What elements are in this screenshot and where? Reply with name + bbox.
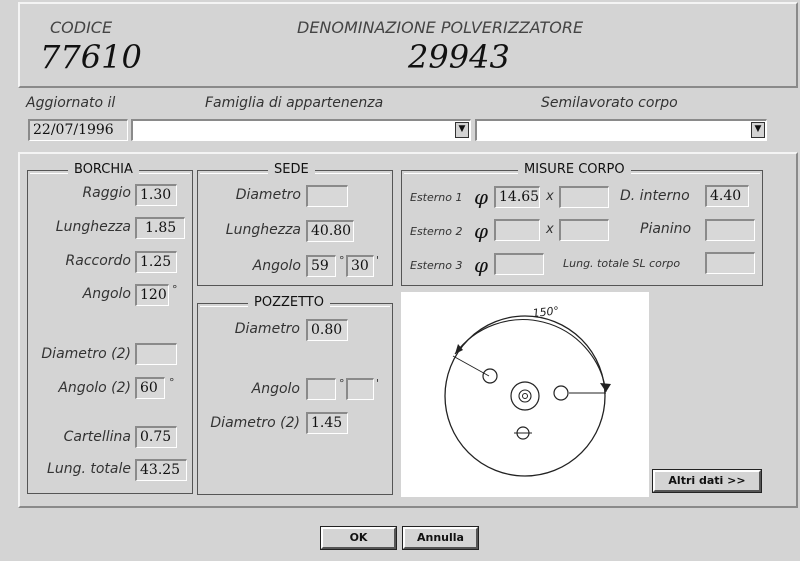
- misure-esterno2-field[interactable]: [494, 219, 540, 241]
- semilavorato-dropdown-icon[interactable]: ▼: [751, 122, 765, 138]
- borchia-title: BORCHIA: [68, 162, 139, 177]
- pozzetto-diametro-label: Diametro: [234, 321, 300, 337]
- semilavorato-select[interactable]: ▼: [475, 119, 767, 141]
- pozzetto-angolo-label: Angolo: [251, 381, 300, 397]
- esterno1-diameter-icon: φ: [474, 185, 489, 209]
- pozzetto-diametro2-label: Diametro (2): [210, 415, 300, 431]
- misure-title: MISURE CORPO: [518, 162, 631, 177]
- technical-drawing: 150°: [401, 292, 649, 497]
- codice-label: CODICE: [50, 18, 113, 37]
- pozzetto-angolo-min-unit: ': [376, 377, 380, 390]
- aggiornato-field[interactable]: 22/07/1996: [28, 119, 128, 141]
- aggiornato-label: Aggiornato il: [26, 95, 116, 111]
- misure-esterno2-x-field[interactable]: [559, 219, 609, 241]
- annulla-button[interactable]: Annulla: [402, 526, 479, 550]
- misure-pianino-field[interactable]: [705, 219, 755, 241]
- borchia-angolo2-label: Angolo (2): [58, 380, 131, 396]
- misure-esterno3-label: Esterno 3: [410, 259, 463, 272]
- misure-d-interno-label: D. interno: [620, 188, 690, 204]
- esterno2-x-label: x: [546, 222, 554, 237]
- borchia-diametro2-field[interactable]: [135, 343, 177, 365]
- borchia-cartellina-field[interactable]: 0.75: [135, 426, 177, 448]
- borchia-lung-totale-label: Lung. totale: [47, 461, 131, 477]
- borchia-angolo-label: Angolo: [82, 286, 131, 302]
- pozzetto-diametro-field[interactable]: 0.80: [306, 319, 348, 341]
- borchia-lunghezza-field[interactable]: 1.85: [135, 217, 185, 239]
- borchia-angolo2-field[interactable]: 60: [135, 377, 165, 399]
- sede-angolo-min-unit: ': [376, 254, 380, 267]
- sede-title: SEDE: [268, 162, 315, 177]
- sede-lunghezza-label: Lunghezza: [225, 222, 301, 238]
- famiglia-label: Famiglia di appartenenza: [205, 95, 384, 111]
- denominazione-label: DENOMINAZIONE POLVERIZZATORE: [297, 18, 584, 37]
- esterno3-diameter-icon: φ: [474, 253, 489, 277]
- sede-lunghezza-field[interactable]: 40.80: [306, 220, 354, 242]
- ok-button[interactable]: OK: [320, 526, 397, 550]
- drawing-angle-label: 150°: [532, 304, 560, 320]
- misure-pianino-label: Pianino: [640, 221, 692, 237]
- borchia-cartellina-label: Cartellina: [63, 429, 131, 445]
- pozzetto-title: POZZETTO: [248, 295, 330, 310]
- denominazione-value: 29943: [408, 38, 510, 76]
- misure-esterno3-field[interactable]: [494, 253, 544, 275]
- borchia-lunghezza-label: Lunghezza: [55, 219, 131, 235]
- sede-angolo-label: Angolo: [252, 258, 301, 274]
- borchia-raccordo-label: Raccordo: [65, 253, 131, 269]
- pozzetto-angolo-deg-field[interactable]: [306, 378, 336, 400]
- borchia-raccordo-field[interactable]: 1.25: [135, 251, 177, 273]
- pozzetto-diametro2-field[interactable]: 1.45: [306, 412, 348, 434]
- pozzetto-angolo-min-field[interactable]: [346, 378, 374, 400]
- sede-angolo-deg-unit: °: [339, 254, 345, 267]
- misure-esterno1-field[interactable]: 14.65: [494, 186, 540, 208]
- borchia-angolo-field[interactable]: 120: [135, 284, 169, 306]
- borchia-lung-totale-field[interactable]: 43.25: [135, 459, 187, 481]
- borchia-raggio-field[interactable]: 1.30: [135, 184, 177, 206]
- semilavorato-label: Semilavorato corpo: [541, 95, 678, 111]
- borchia-raggio-label: Raggio: [82, 185, 131, 201]
- pozzetto-angolo-deg-unit: °: [339, 377, 345, 390]
- sede-angolo-deg-field[interactable]: 59: [306, 255, 336, 277]
- misure-lung-totale-sl-label: Lung. totale SL corpo: [563, 257, 681, 270]
- misure-esterno2-label: Esterno 2: [410, 225, 463, 238]
- sede-angolo-min-field[interactable]: 30: [346, 255, 374, 277]
- nozzle-drawing-icon: 150°: [444, 304, 611, 477]
- borchia-diametro2-label: Diametro (2): [41, 346, 131, 362]
- codice-value: 77610: [40, 38, 142, 76]
- esterno2-diameter-icon: φ: [474, 219, 489, 243]
- famiglia-select[interactable]: ▼: [131, 119, 471, 141]
- sede-diametro-field[interactable]: [306, 185, 348, 207]
- esterno1-x-label: x: [546, 189, 554, 204]
- famiglia-dropdown-icon[interactable]: ▼: [455, 122, 469, 138]
- misure-lung-totale-sl-field[interactable]: [705, 252, 755, 274]
- misure-d-interno-field[interactable]: 4.40: [705, 185, 749, 207]
- altri-dati-button[interactable]: Altri dati >>: [652, 469, 762, 493]
- borchia-angolo-unit: °: [172, 283, 178, 296]
- misure-esterno1-x-field[interactable]: [559, 186, 609, 208]
- borchia-angolo2-unit: °: [169, 376, 175, 389]
- sede-diametro-label: Diametro: [235, 187, 301, 203]
- misure-esterno1-label: Esterno 1: [410, 191, 463, 204]
